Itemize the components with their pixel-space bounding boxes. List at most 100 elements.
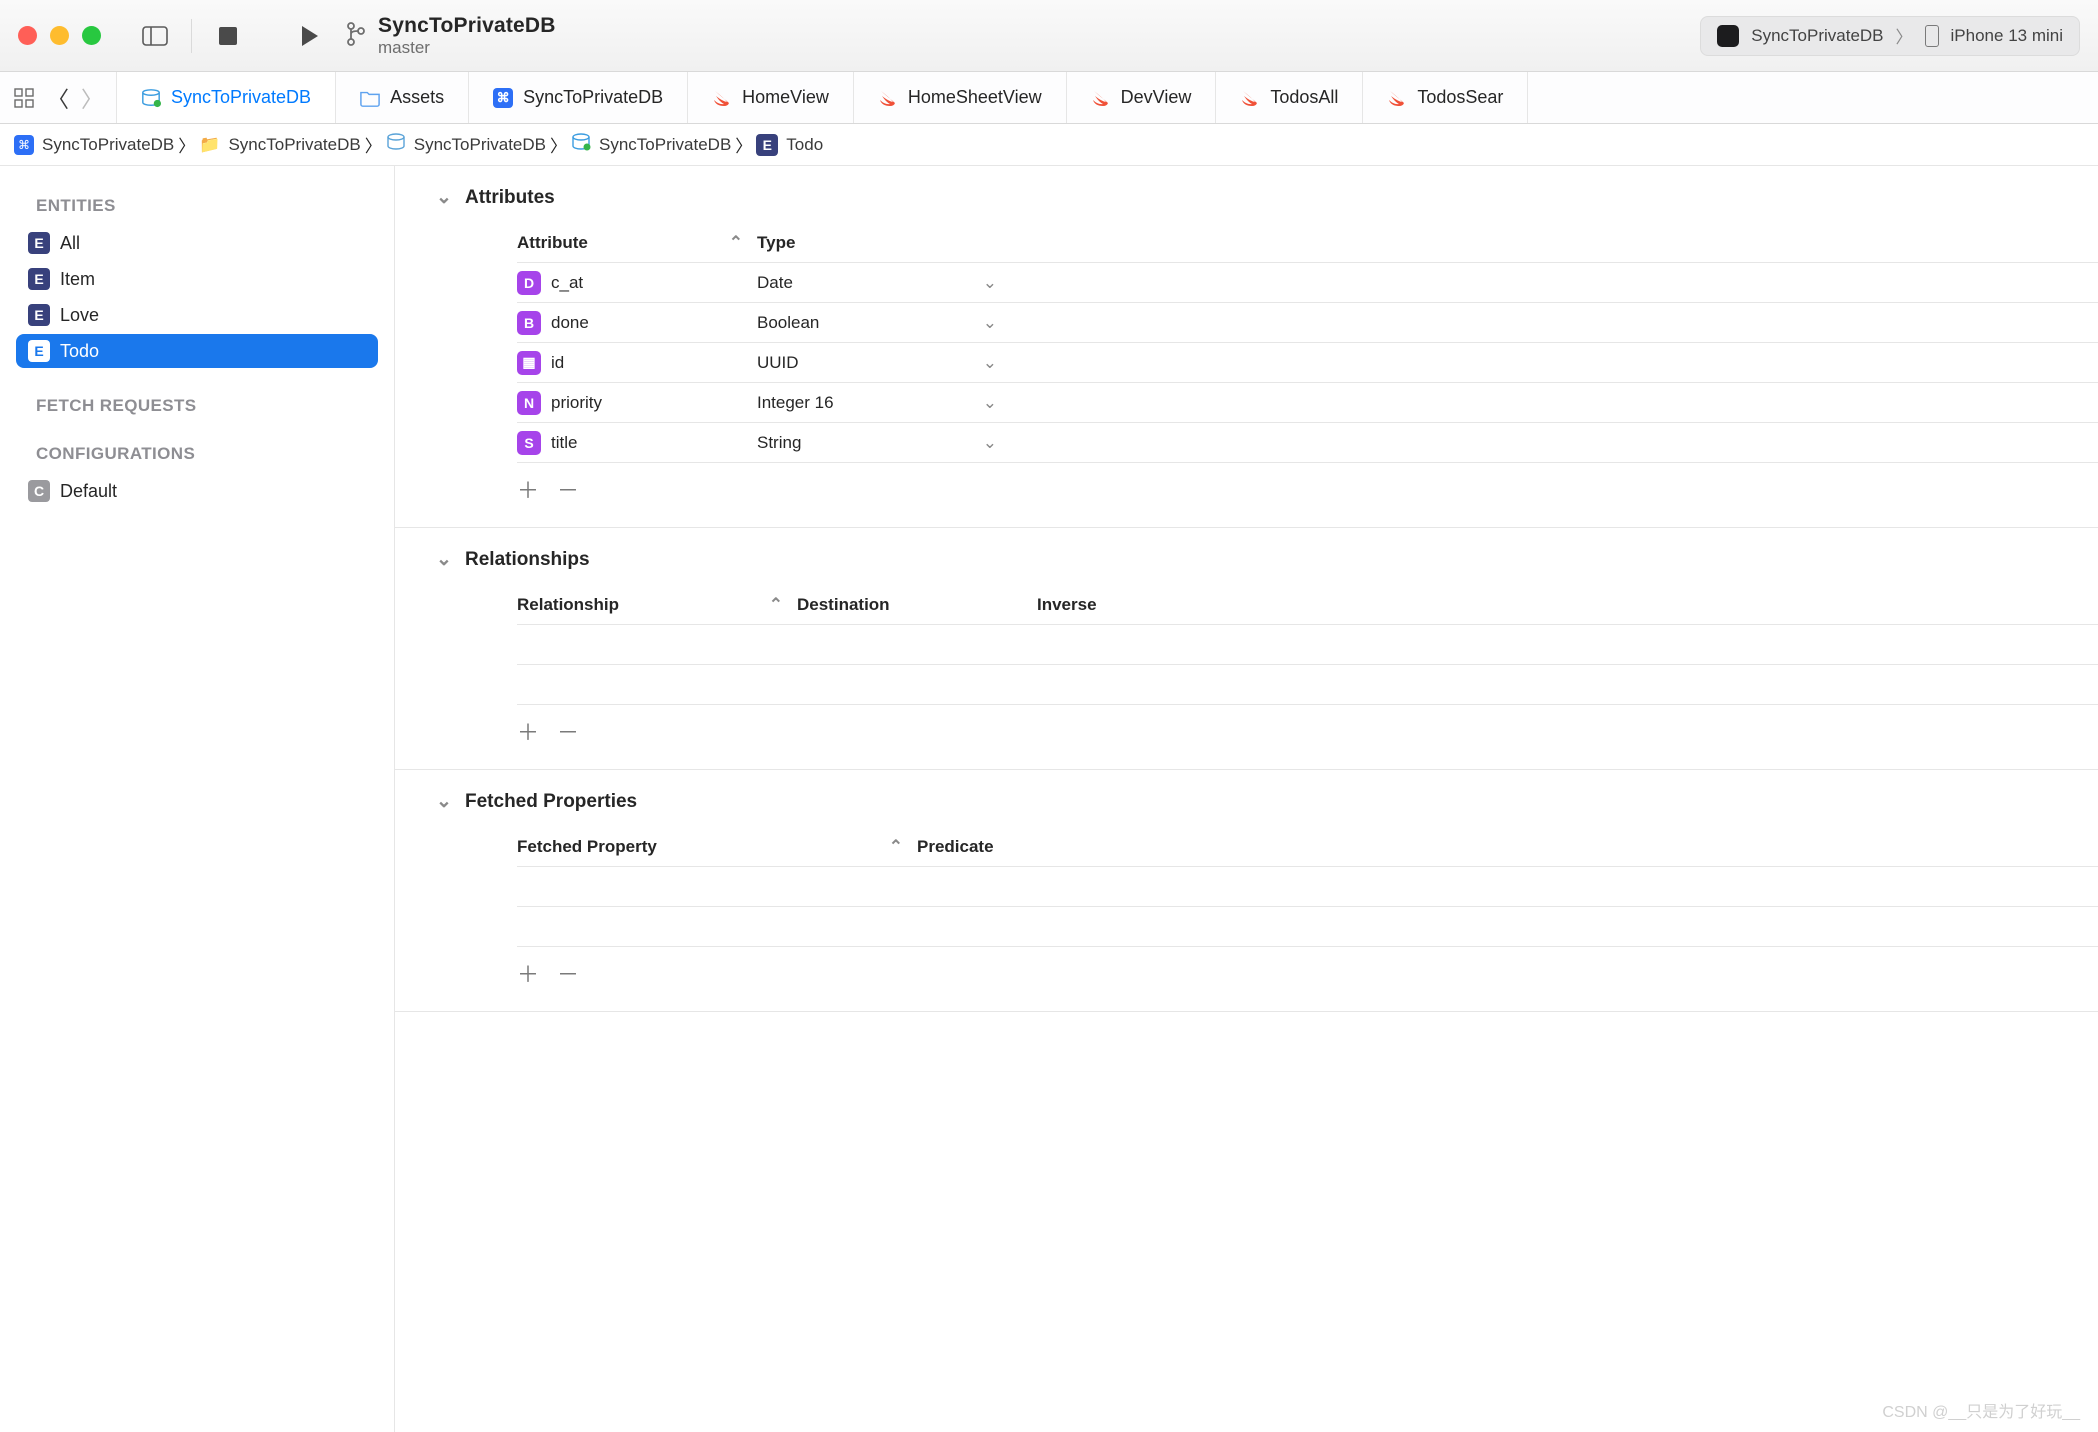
table-row[interactable]: ▦idUUID⌄ — [517, 343, 2098, 383]
attribute-type: Integer 16 — [757, 393, 834, 413]
tab-label: DevView — [1121, 87, 1192, 108]
breadcrumb-item[interactable]: 📁SyncToPrivateDB — [199, 135, 360, 155]
entity-icon: E — [28, 340, 50, 362]
col-predicate: Predicate — [917, 837, 994, 857]
swift-icon — [1387, 88, 1407, 108]
tab-devview[interactable]: DevView — [1067, 72, 1217, 123]
attribute-type: Boolean — [757, 313, 819, 333]
sidebar-config-default[interactable]: CDefault — [16, 474, 378, 508]
tab-synctoprivatedb[interactable]: SyncToPrivateDB — [117, 72, 336, 123]
entity-label: Love — [60, 305, 99, 326]
window-titlebar: SyncToPrivateDB master SyncToPrivateDB 〉… — [0, 0, 2098, 72]
stop-button[interactable] — [214, 22, 242, 50]
zoom-window-icon[interactable] — [82, 26, 101, 45]
disclosure-icon[interactable]: ⌄ — [435, 790, 453, 813]
table-row[interactable]: StitleString⌄ — [517, 423, 2098, 463]
attribute-name: id — [551, 353, 564, 373]
breadcrumb-label: SyncToPrivateDB — [228, 135, 360, 155]
add-relationship-button[interactable]: ＋ — [517, 715, 539, 747]
tab-assets[interactable]: Assets — [336, 72, 469, 123]
tab-todosall[interactable]: TodosAll — [1216, 72, 1363, 123]
app-icon — [1717, 25, 1739, 47]
tab-label: SyncToPrivateDB — [171, 87, 311, 108]
related-items-icon[interactable] — [10, 84, 38, 112]
breadcrumb-item[interactable]: SyncToPrivateDB — [571, 133, 731, 156]
fetched-title: Fetched Properties — [465, 791, 637, 813]
tab-label: Assets — [390, 87, 444, 108]
entity-label: All — [60, 233, 80, 254]
sidebar-entity-todo[interactable]: ETodo — [16, 334, 378, 368]
sort-icon: ⌃ — [769, 595, 783, 615]
col-type: Type — [757, 233, 795, 253]
scheme-name: SyncToPrivateDB — [1751, 26, 1883, 46]
fetch-requests-header: FETCH REQUESTS — [36, 396, 378, 416]
breadcrumb-item[interactable]: ETodo — [756, 134, 823, 156]
fetched-add-remove: ＋ － — [395, 947, 2098, 1011]
relationships-table-header[interactable]: Relationship⌃ Destination Inverse — [517, 585, 2098, 625]
device-name: iPhone 13 mini — [1951, 26, 2063, 46]
breadcrumb-label: SyncToPrivateDB — [42, 135, 174, 155]
close-window-icon[interactable] — [18, 26, 37, 45]
table-row[interactable]: NpriorityInteger 16⌄ — [517, 383, 2098, 423]
attributes-table-header[interactable]: Attribute⌃ Type — [517, 223, 2098, 263]
table-row[interactable] — [517, 907, 2098, 947]
jump-bar[interactable]: ⌘SyncToPrivateDB〉📁SyncToPrivateDB〉SyncTo… — [0, 124, 2098, 166]
dropdown-icon[interactable]: ⌄ — [983, 313, 997, 333]
disclosure-icon[interactable]: ⌄ — [435, 548, 453, 571]
table-row[interactable] — [517, 867, 2098, 907]
breadcrumb-item[interactable]: ⌘SyncToPrivateDB — [14, 135, 174, 155]
entity-icon: E — [756, 134, 778, 156]
tab-homesheetview[interactable]: HomeSheetView — [854, 72, 1067, 123]
swift-icon — [712, 88, 732, 108]
configurations-header: CONFIGURATIONS — [36, 444, 378, 464]
branch-icon — [346, 21, 366, 50]
project-title: SyncToPrivateDB master — [378, 14, 556, 58]
table-row[interactable]: BdoneBoolean⌄ — [517, 303, 2098, 343]
nav-back-button[interactable]: 〈 — [44, 84, 72, 112]
sidebar-entity-item[interactable]: E Item — [16, 262, 378, 296]
table-row[interactable] — [517, 665, 2098, 705]
add-attribute-button[interactable]: ＋ — [517, 473, 539, 505]
dropdown-icon[interactable]: ⌄ — [983, 393, 997, 413]
config-icon: C — [28, 480, 50, 502]
table-row[interactable]: Dc_atDate⌄ — [517, 263, 2098, 303]
breadcrumb-label: SyncToPrivateDB — [414, 135, 546, 155]
chevron-right-icon: 〉 — [735, 132, 752, 157]
table-row[interactable] — [517, 625, 2098, 665]
dropdown-icon[interactable]: ⌄ — [983, 273, 997, 293]
remove-fetched-button[interactable]: － — [557, 957, 579, 989]
tab-synctoprivatedb[interactable]: ⌘SyncToPrivateDB — [469, 72, 688, 123]
disclosure-icon[interactable]: ⌄ — [435, 186, 453, 209]
app-icon: ⌘ — [493, 88, 513, 108]
separator — [191, 19, 192, 53]
scheme-selector[interactable]: SyncToPrivateDB 〉 iPhone 13 mini — [1700, 16, 2080, 56]
branch-name: master — [378, 38, 556, 58]
remove-attribute-button[interactable]: － — [557, 473, 579, 505]
attribute-type-icon: B — [517, 311, 541, 335]
tab-label: HomeView — [742, 87, 829, 108]
sidebar-entity-love[interactable]: E Love — [16, 298, 378, 332]
fetched-table-header[interactable]: Fetched Property⌃ Predicate — [517, 827, 2098, 867]
nav-forward-button[interactable]: 〉 — [78, 84, 106, 112]
toggle-sidebar-button[interactable] — [141, 22, 169, 50]
sort-icon: ⌃ — [729, 233, 743, 253]
minimize-window-icon[interactable] — [50, 26, 69, 45]
attribute-name: c_at — [551, 273, 583, 293]
entity-icon: E — [28, 304, 50, 326]
relationships-section: ⌄ Relationships Relationship⌃ Destinatio… — [395, 528, 2098, 770]
editor-tabbar: 〈 〉 SyncToPrivateDB Assets ⌘SyncToPrivateD… — [0, 72, 2098, 124]
run-button[interactable] — [296, 22, 324, 50]
relationships-add-remove: ＋ － — [395, 705, 2098, 769]
breadcrumb-item[interactable]: SyncToPrivateDB — [386, 133, 546, 156]
entity-icon: E — [28, 268, 50, 290]
remove-relationship-button[interactable]: － — [557, 715, 579, 747]
dropdown-icon[interactable]: ⌄ — [983, 433, 997, 453]
attribute-type-icon: S — [517, 431, 541, 455]
tab-todossear[interactable]: TodosSear — [1363, 72, 1528, 123]
entity-label: Item — [60, 269, 95, 290]
dropdown-icon[interactable]: ⌄ — [983, 353, 997, 373]
folder-icon — [360, 88, 380, 108]
tab-homeview[interactable]: HomeView — [688, 72, 854, 123]
sidebar-entity-all[interactable]: EAll — [16, 226, 378, 260]
add-fetched-button[interactable]: ＋ — [517, 957, 539, 989]
